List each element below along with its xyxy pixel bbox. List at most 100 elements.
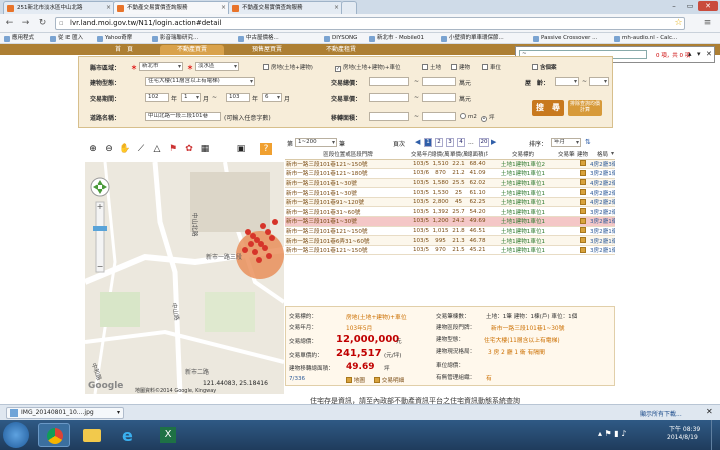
table-row[interactable]: 新市一路三段101巷1~30號 103/5 1,200 24.2 49.69 土地1建物1… xyxy=(285,216,615,227)
download-item[interactable]: IMG_20140801_10....jpg ▾ xyxy=(6,407,124,419)
unit-min-input[interactable] xyxy=(369,93,409,102)
browser-tab-2[interactable]: 不動產交易實價查詢服務 × xyxy=(113,1,230,14)
d-detail-link[interactable]: 交易明細 xyxy=(374,376,404,384)
page-3[interactable]: 3 xyxy=(446,138,454,147)
cell-building[interactable] xyxy=(575,206,590,218)
start-button[interactable] xyxy=(3,422,29,448)
tab-close-icon[interactable]: × xyxy=(334,2,339,14)
find-next-icon[interactable]: ▾ xyxy=(697,50,701,58)
bookmark-ie-import[interactable]: 從 IE 匯入 xyxy=(50,33,83,43)
table-row[interactable]: 新市一路三段101巷121~180號 103/6 870 21.2 41.09 土地1建物… xyxy=(285,168,615,179)
sort-select[interactable]: 年月 xyxy=(551,138,581,147)
table-row[interactable]: 新市一路三段101巷1~30號 103/5 1,530 25 61.10 土地1建物1車位… xyxy=(285,187,615,198)
cell-building[interactable] xyxy=(575,245,590,256)
back-icon[interactable]: ← xyxy=(3,17,16,30)
cell-building[interactable] xyxy=(575,178,590,189)
check-building[interactable]: 建物 xyxy=(451,63,470,71)
bookmark-star-icon[interactable]: ☆ xyxy=(672,17,685,30)
radio-ping[interactable]: • 坪 xyxy=(481,113,495,122)
bookmark-mobile01[interactable]: 新北市 - Mobile01 xyxy=(369,33,424,43)
col-type[interactable]: 交易標的 xyxy=(488,150,558,160)
table-row[interactable]: 新市一路三段101巷121~150號 103/5 970 21.5 45.21 土地1建物… xyxy=(285,245,615,256)
browser-tab-3[interactable]: 不動產交易實價查詢服務 × xyxy=(228,1,343,14)
maximize-icon[interactable]: ▭ xyxy=(683,1,697,11)
print-icon[interactable]: ▦ xyxy=(199,143,211,155)
page-2[interactable]: 2 xyxy=(435,138,443,147)
col-addr[interactable]: 區段位置或區段門牌 xyxy=(285,150,411,160)
polygon-icon[interactable]: △ xyxy=(151,143,163,155)
cell-building[interactable] xyxy=(575,216,590,227)
table-row[interactable]: 新市一路三段101巷1~30號 103/5 1,580 25.5 62.02 土地1建物1… xyxy=(285,178,615,189)
tab-close-icon[interactable]: × xyxy=(106,2,111,14)
bookmark-3[interactable]: 中古屋價格... xyxy=(238,33,279,43)
taskbar-explorer[interactable] xyxy=(76,423,108,447)
find-close-icon[interactable]: ✕ xyxy=(706,50,712,58)
check-parking[interactable]: 車位 xyxy=(482,63,501,71)
bookmark-apps[interactable]: 應用程式 xyxy=(4,33,34,43)
bookmark-yahoo[interactable]: Yahoo奇摩 xyxy=(97,33,132,43)
bookmark-5[interactable]: 小壁擠的單車環保節... xyxy=(441,33,504,43)
bookmark-diysong[interactable]: DIYSONG xyxy=(324,33,357,43)
help-icon[interactable]: ? xyxy=(260,143,272,155)
fullscreen-icon[interactable]: ▣ xyxy=(235,143,247,155)
reload-icon[interactable]: ↻ xyxy=(36,17,49,30)
download-menu-icon[interactable]: ▾ xyxy=(117,408,120,418)
new-tab-button[interactable] xyxy=(341,1,357,14)
sort-dir-icon[interactable]: ⇅ xyxy=(585,138,591,146)
district-select[interactable]: 淡水區 xyxy=(195,62,239,71)
period-from-month[interactable]: 1 xyxy=(181,93,201,102)
check-land-building[interactable]: 房地(土地+建物) xyxy=(263,63,313,71)
tray-icons[interactable]: ▴ ⚑ ▮ ♪ xyxy=(598,429,626,438)
nav-rental[interactable]: 不動產租賃 xyxy=(310,45,372,55)
building-type-select[interactable]: 住宅大樓(11層含以上有電梯) xyxy=(145,77,255,86)
col-unit[interactable]: 單價(萬/坪) xyxy=(450,150,467,160)
taskbar-excel[interactable]: X xyxy=(152,423,184,447)
show-all-downloads[interactable]: 顯示所有下載... xyxy=(640,409,682,418)
table-row[interactable]: 新市一路三段101巷6弄31~60號 103/5 995 21.3 46.78 土地1建物… xyxy=(285,235,615,246)
nav-sale[interactable]: 不動產買賣 xyxy=(160,45,224,55)
downloads-close-icon[interactable]: ✕ xyxy=(706,407,713,416)
measure-icon[interactable]: ⟋ xyxy=(135,143,147,155)
bookmark-2[interactable]: 影音瑞聯研究... xyxy=(152,33,198,43)
period-to-month[interactable]: 6 xyxy=(262,93,282,102)
col-total[interactable]: 總價(萬) xyxy=(431,150,450,160)
col-ym[interactable]: 交易年月 xyxy=(411,150,431,160)
taskbar-ie[interactable]: e xyxy=(114,423,146,447)
next-page-icon[interactable]: ▶ xyxy=(491,138,496,146)
col-area[interactable]: 總面積(坪) xyxy=(467,150,488,160)
range-select[interactable]: 1~200 xyxy=(295,138,337,147)
table-row[interactable]: 新市一路三段101巷31~60號 103/5 1,392 25.7 54.20 土地1建物… xyxy=(285,206,615,218)
page-1[interactable]: 1 xyxy=(424,138,432,147)
prev-page-icon[interactable]: ◀ xyxy=(415,138,420,146)
bookmark-crossover[interactable]: Passive Crossover ... xyxy=(533,33,597,43)
taskbar-chrome[interactable] xyxy=(38,423,70,447)
city-select[interactable]: 新北市 xyxy=(139,62,183,71)
zoom-in-icon[interactable]: ⊕ xyxy=(87,143,99,155)
browser-tab-1[interactable]: 251新北市淡水區中山北路 × xyxy=(3,1,115,14)
tab-close-icon[interactable]: × xyxy=(221,2,226,14)
pan-icon[interactable]: ✋ xyxy=(119,143,131,155)
col-count[interactable]: 交易筆棟數 xyxy=(558,150,575,160)
road-input[interactable]: 中山北路一段三段101巷 xyxy=(145,112,221,121)
layer-icon[interactable]: ✿ xyxy=(183,143,195,155)
bookmark-mh-audio[interactable]: mh-audio.nl - Calc... xyxy=(614,33,677,43)
find-prev-icon[interactable]: ▴ xyxy=(688,50,692,58)
address-bar[interactable]: ▫ lvr.land.moi.gov.tw/N11/login.action#d… xyxy=(55,17,685,30)
search-button[interactable]: 搜 尋 xyxy=(532,100,564,116)
check-land-building-parking[interactable]: ✓ 房地(土地+建物)+車位 xyxy=(335,63,401,72)
page-4[interactable]: 4 xyxy=(457,138,465,147)
avg-price-button[interactable]: 排除查詢均價計算 xyxy=(568,100,602,116)
check-all[interactable]: 含個案 xyxy=(532,63,557,71)
menu-icon[interactable]: ≡ xyxy=(701,17,714,30)
area-min-input[interactable] xyxy=(369,112,409,121)
page-last[interactable]: 20 xyxy=(479,138,489,147)
age-max-select[interactable] xyxy=(589,77,609,86)
zoom-out-icon[interactable]: ⊖ xyxy=(103,143,115,155)
col-building[interactable]: 建物 xyxy=(575,150,590,160)
close-window-icon[interactable]: ✕ xyxy=(698,1,718,11)
cell-building[interactable] xyxy=(575,226,590,237)
total-min-input[interactable] xyxy=(369,77,409,86)
area-max-input[interactable] xyxy=(422,112,456,121)
nav-home[interactable]: 首 頁 xyxy=(104,45,144,55)
minimize-icon[interactable]: – xyxy=(667,1,681,11)
